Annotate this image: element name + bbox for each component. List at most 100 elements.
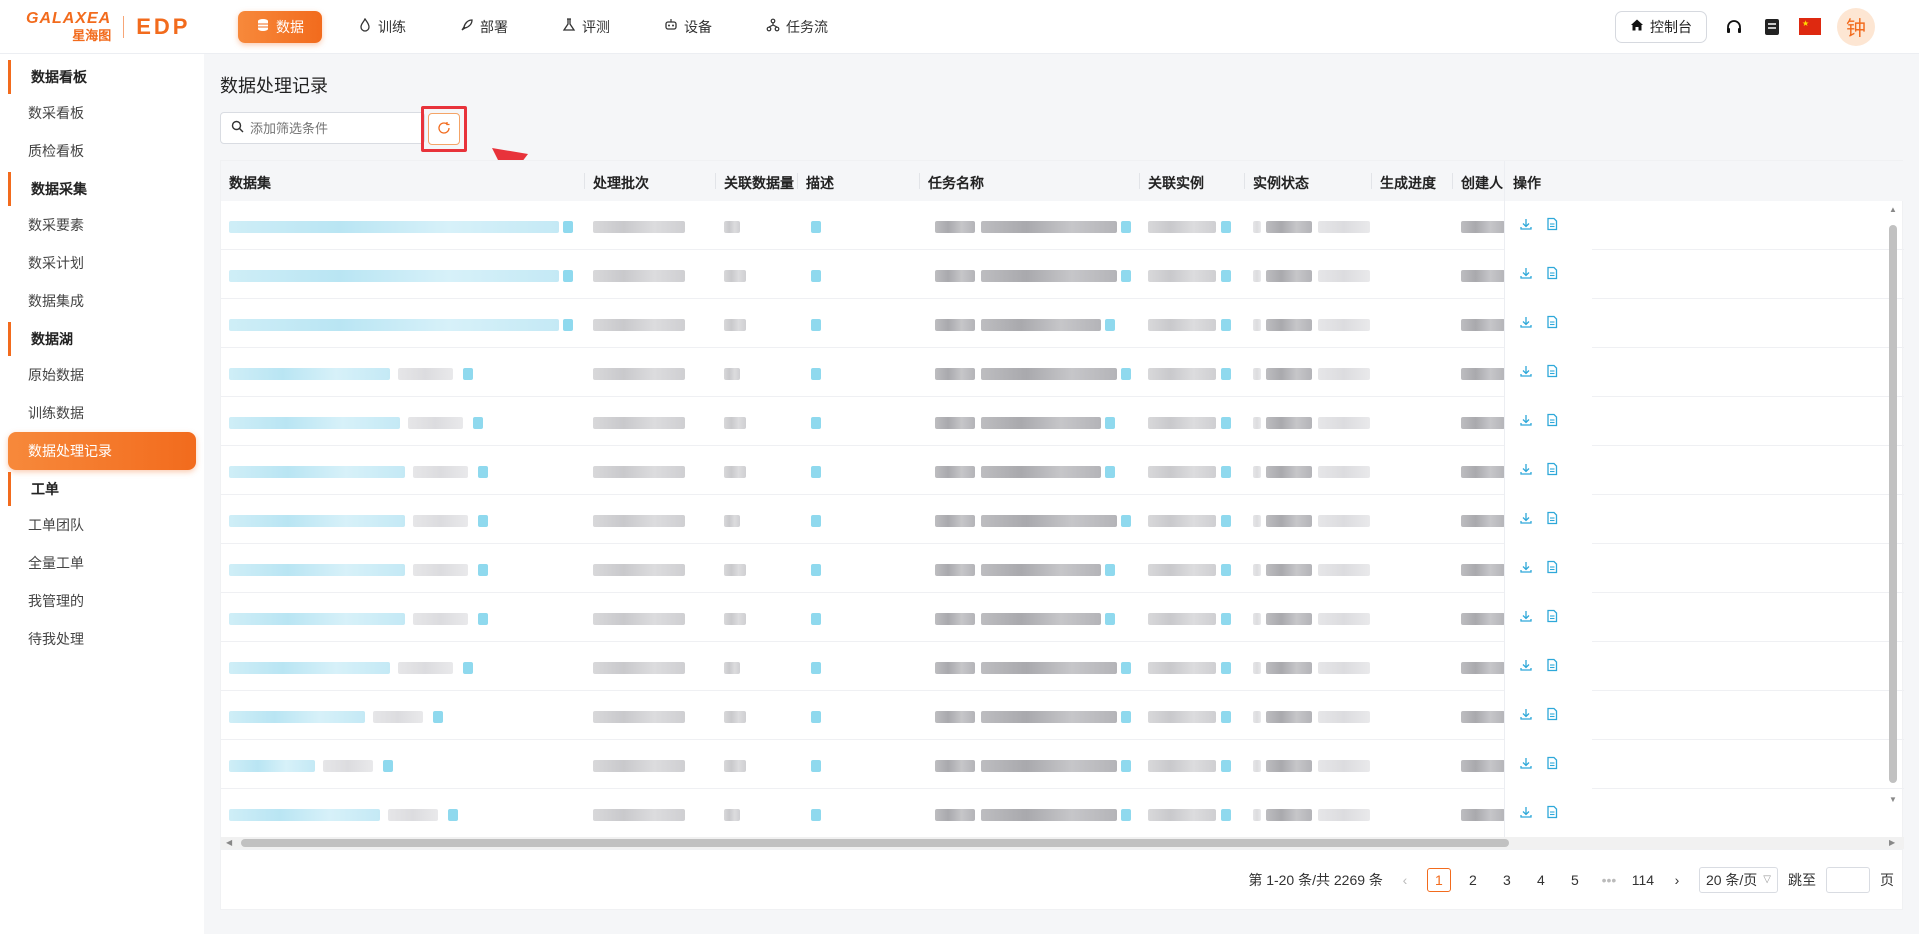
next-page-icon[interactable]: › (1665, 868, 1689, 892)
download-icon[interactable] (1519, 560, 1533, 577)
task-link-icon[interactable] (1121, 809, 1131, 821)
col-instance[interactable]: 关联实例 (1148, 173, 1204, 193)
scroll-up-icon[interactable]: ▲ (1889, 205, 1897, 214)
copy-icon[interactable] (563, 270, 573, 282)
table-row[interactable] (221, 201, 1904, 250)
jump-page-input[interactable] (1826, 866, 1870, 893)
col-dataset[interactable]: 数据集 (229, 173, 271, 193)
cell-dataset[interactable] (229, 270, 559, 282)
filter-search-box[interactable] (220, 112, 425, 144)
user-avatar[interactable]: 钟 (1837, 7, 1875, 46)
nav-data[interactable]: 数据 (238, 10, 322, 43)
document-icon[interactable] (1545, 805, 1559, 822)
cell-dataset[interactable] (229, 466, 405, 478)
document-icon[interactable] (1545, 707, 1559, 724)
sidebar-item-data-integration[interactable]: 数据集成 (8, 282, 196, 320)
refresh-button[interactable] (428, 113, 460, 145)
download-icon[interactable] (1519, 266, 1533, 283)
instance-link-icon[interactable] (1221, 368, 1231, 380)
horizontal-scrollbar[interactable]: ◀ ▶ (221, 837, 1904, 849)
copy-icon[interactable] (563, 221, 573, 233)
cell-dataset[interactable] (229, 613, 405, 625)
vertical-scroll-thumb[interactable] (1889, 225, 1897, 783)
sidebar-item-workorder-team[interactable]: 工单团队 (8, 506, 196, 544)
table-row[interactable] (221, 740, 1904, 789)
table-row[interactable] (221, 446, 1904, 495)
filter-input[interactable] (250, 120, 410, 136)
page-last[interactable]: 114 (1631, 868, 1655, 892)
document-icon[interactable] (1545, 609, 1559, 626)
copy-icon[interactable] (478, 564, 488, 576)
document-icon[interactable] (1545, 511, 1559, 528)
copy-icon[interactable] (473, 417, 483, 429)
document-icon[interactable] (1545, 266, 1559, 283)
col-progress[interactable]: 生成进度 (1380, 173, 1436, 193)
download-icon[interactable] (1519, 707, 1533, 724)
table-row[interactable] (221, 495, 1904, 544)
nav-workflow[interactable]: 任务流 (748, 11, 846, 43)
instance-link-icon[interactable] (1221, 613, 1231, 625)
scroll-left-icon[interactable]: ◀ (226, 838, 232, 847)
cell-dataset[interactable] (229, 564, 405, 576)
book-icon[interactable] (1761, 16, 1783, 38)
document-icon[interactable] (1545, 413, 1559, 430)
instance-link-icon[interactable] (1221, 466, 1231, 478)
scroll-down-icon[interactable]: ▼ (1889, 795, 1897, 804)
sidebar-item-collection-plan[interactable]: 数采计划 (8, 244, 196, 282)
scroll-right-icon[interactable]: ▶ (1889, 838, 1895, 847)
download-icon[interactable] (1519, 217, 1533, 234)
document-icon[interactable] (1545, 315, 1559, 332)
table-row[interactable] (221, 691, 1904, 740)
task-link-icon[interactable] (1121, 711, 1131, 723)
cell-dataset[interactable] (229, 760, 315, 772)
download-icon[interactable] (1519, 658, 1533, 675)
col-instance-status[interactable]: 实例状态 (1253, 173, 1309, 193)
brand-logo[interactable]: GALAXEA 星海图 EDP (26, 11, 226, 43)
instance-link-icon[interactable] (1221, 809, 1231, 821)
task-link-icon[interactable] (1121, 270, 1131, 282)
task-link-icon[interactable] (1105, 564, 1115, 576)
task-link-icon[interactable] (1105, 613, 1115, 625)
copy-icon[interactable] (448, 809, 458, 821)
cell-dataset[interactable] (229, 319, 559, 331)
instance-link-icon[interactable] (1221, 662, 1231, 674)
instance-link-icon[interactable] (1221, 270, 1231, 282)
console-button[interactable]: 控制台 (1615, 10, 1707, 43)
document-icon[interactable] (1545, 658, 1559, 675)
col-batch[interactable]: 处理批次 (593, 173, 649, 193)
cell-dataset[interactable] (229, 711, 365, 723)
table-row[interactable] (221, 789, 1904, 838)
copy-icon[interactable] (463, 662, 473, 674)
document-icon[interactable] (1545, 560, 1559, 577)
sidebar-item-collection-dashboard[interactable]: 数采看板 (8, 94, 196, 132)
col-data-volume[interactable]: 关联数据量 (724, 173, 794, 193)
sidebar-item-processing-records[interactable]: 数据处理记录 (8, 432, 196, 470)
cell-dataset[interactable] (229, 221, 559, 233)
instance-link-icon[interactable] (1221, 515, 1231, 527)
download-icon[interactable] (1519, 609, 1533, 626)
document-icon[interactable] (1545, 217, 1559, 234)
page-4[interactable]: 4 (1529, 868, 1553, 892)
copy-icon[interactable] (463, 368, 473, 380)
task-link-icon[interactable] (1105, 466, 1115, 478)
task-link-icon[interactable] (1121, 662, 1131, 674)
instance-link-icon[interactable] (1221, 711, 1231, 723)
page-2[interactable]: 2 (1461, 868, 1485, 892)
download-icon[interactable] (1519, 413, 1533, 430)
col-creator[interactable]: 创建人 (1461, 173, 1503, 193)
task-link-icon[interactable] (1121, 368, 1131, 380)
instance-link-icon[interactable] (1221, 319, 1231, 331)
col-task-name[interactable]: 任务名称 (928, 173, 984, 193)
download-icon[interactable] (1519, 756, 1533, 773)
page-size-select[interactable]: 20 条/页 ▽ (1698, 866, 1778, 893)
language-flag-icon[interactable]: ★ (1799, 16, 1821, 38)
table-row[interactable] (221, 544, 1904, 593)
nav-training[interactable]: 训练 (340, 11, 424, 43)
sidebar-item-all-workorders[interactable]: 全量工单 (8, 544, 196, 582)
nav-device[interactable]: 设备 (646, 11, 730, 43)
nav-evaluation[interactable]: 评测 (544, 11, 628, 43)
nav-deploy[interactable]: 部署 (442, 11, 526, 43)
task-link-icon[interactable] (1121, 760, 1131, 772)
instance-link-icon[interactable] (1221, 760, 1231, 772)
instance-link-icon[interactable] (1221, 564, 1231, 576)
